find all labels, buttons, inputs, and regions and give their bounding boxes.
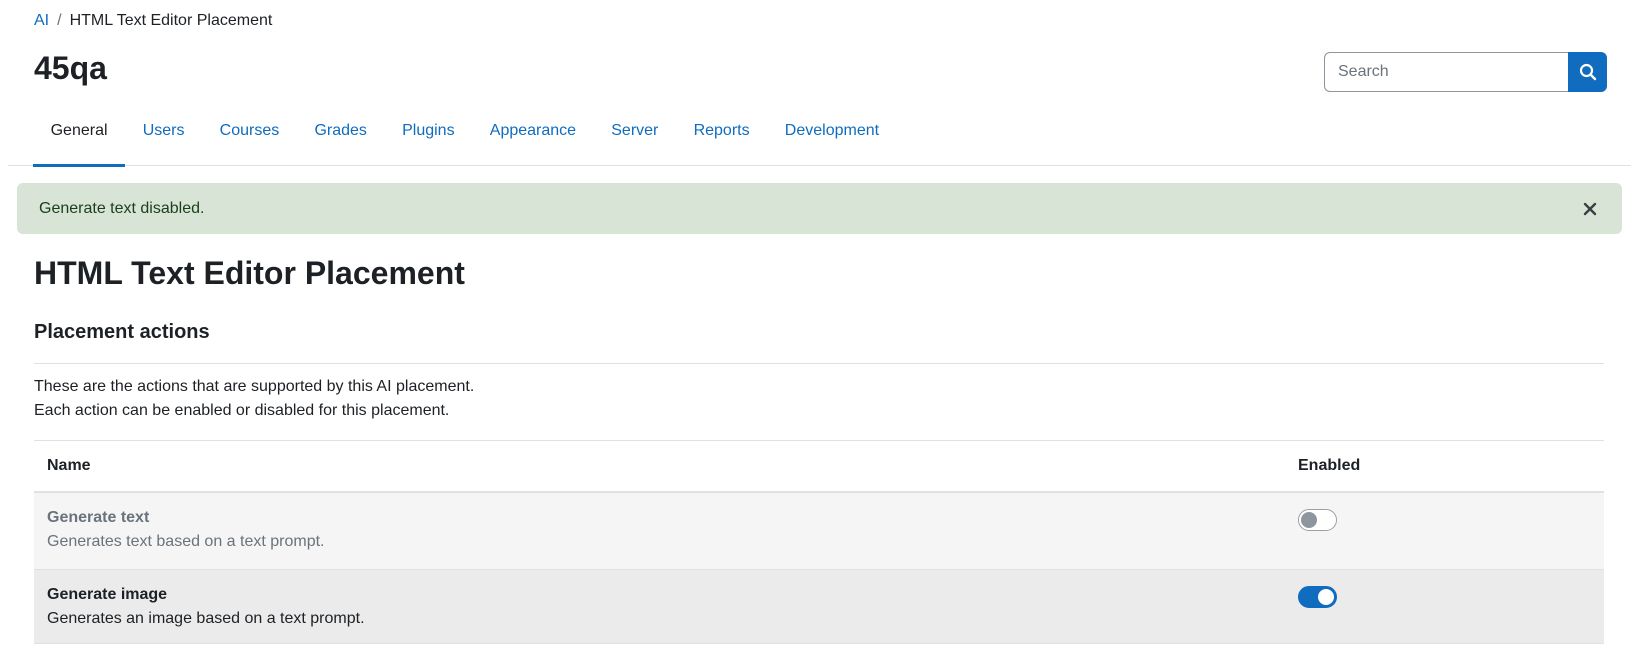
table-row: Generate image Generates an image based … <box>34 570 1604 644</box>
success-alert: Generate text disabled. <box>17 183 1622 234</box>
column-header-name: Name <box>47 457 91 474</box>
action-description: Generates an image based on a text promp… <box>47 610 365 627</box>
tab-server[interactable]: Server <box>594 108 676 166</box>
primary-navigation: General Users Courses Grades Plugins App… <box>8 108 1631 167</box>
description-line: These are the actions that are supported… <box>34 378 475 395</box>
column-header-enabled: Enabled <box>1298 457 1361 474</box>
tab-development[interactable]: Development <box>767 108 896 166</box>
action-name: Generate image <box>47 586 168 603</box>
tab-users[interactable]: Users <box>125 108 202 166</box>
search-form <box>1324 52 1607 92</box>
page-heading: HTML Text Editor Placement <box>34 255 465 291</box>
tab-plugins[interactable]: Plugins <box>385 108 473 166</box>
search-icon <box>1579 63 1596 81</box>
section-divider <box>34 363 1604 364</box>
section-heading: Placement actions <box>34 321 210 343</box>
enable-toggle-generate-text[interactable] <box>1298 509 1337 531</box>
breadcrumb-current: HTML Text Editor Placement <box>69 12 273 29</box>
action-description: Generates text based on a text prompt. <box>47 533 325 550</box>
table-header: Name Enabled <box>34 440 1604 493</box>
action-name: Generate text <box>47 509 150 526</box>
tab-grades[interactable]: Grades <box>297 108 385 166</box>
actions-table: Name Enabled Generate text Generates tex… <box>34 440 1604 644</box>
tab-reports[interactable]: Reports <box>676 108 767 166</box>
breadcrumb: AI / HTML Text Editor Placement <box>34 12 272 30</box>
breadcrumb-separator: / <box>57 12 62 29</box>
tab-courses[interactable]: Courses <box>202 108 297 166</box>
description-line: Each action can be enabled or disabled f… <box>34 402 450 419</box>
tab-general[interactable]: General <box>33 108 126 167</box>
toggle-knob <box>1301 512 1317 528</box>
site-title: 45qa <box>34 50 107 86</box>
search-input[interactable] <box>1324 52 1568 92</box>
enable-toggle-generate-image[interactable] <box>1298 586 1337 608</box>
alert-message: Generate text disabled. <box>39 199 205 217</box>
section-description: These are the actions that are supported… <box>34 375 474 423</box>
table-row: Generate text Generates text based on a … <box>34 493 1604 570</box>
toggle-knob <box>1318 589 1334 605</box>
search-button[interactable] <box>1568 52 1607 92</box>
alert-close-button[interactable] <box>1580 199 1600 219</box>
close-icon <box>1583 202 1597 215</box>
tab-appearance[interactable]: Appearance <box>472 108 593 166</box>
breadcrumb-link-ai[interactable]: AI <box>34 12 49 30</box>
